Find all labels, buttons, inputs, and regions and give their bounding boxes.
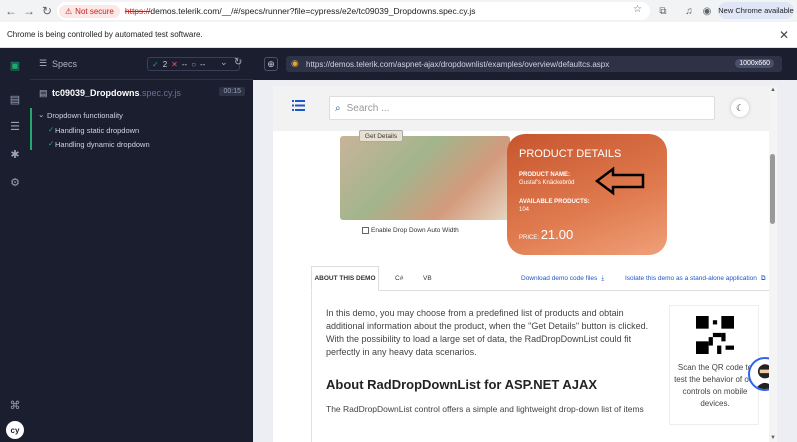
not-secure-badge[interactable]: ⚠ Not secure [59, 4, 120, 18]
auto-width-checkbox[interactable] [362, 227, 369, 234]
forward-icon[interactable]: → [20, 2, 38, 20]
specs-nav-icon[interactable]: ▤ [8, 92, 22, 106]
pass-check-icon: ✓ [152, 59, 159, 69]
product-name-value: Gustaf's Knäckebröd [519, 180, 575, 186]
scrollbar-thumb[interactable] [770, 154, 775, 224]
about-heading: About RadDropDownList for ASP.NET AJAX [326, 377, 598, 392]
passed-count: 2 [162, 59, 168, 69]
cypress-cy-logo[interactable]: cy [6, 421, 24, 439]
spec-duration: 00:15 [219, 87, 245, 96]
spec-ext: .spec.cy.js [139, 88, 181, 98]
tab-vb[interactable]: VB [423, 266, 432, 291]
pending-icon: ○ [191, 59, 197, 69]
specs-list-icon[interactable]: ☰ [39, 58, 47, 69]
bookmark-star-icon[interactable]: ☆ [633, 4, 642, 15]
get-details-button[interactable]: Get Details [359, 130, 403, 142]
infobar-message: Chrome is being controlled by automated … [7, 30, 203, 39]
selector-playground-icon[interactable]: ⊕ [264, 57, 278, 71]
preview-url-bar[interactable]: ◉ https://demos.telerik.com/aspnet-ajax/… [286, 56, 782, 72]
keyboard-shortcuts-icon[interactable]: ⌘ [8, 398, 22, 412]
url-text: https://demos.telerik.com/__/#/specs/run… [124, 6, 476, 16]
qr-code-icon [696, 316, 734, 354]
price-value: 21.00 [540, 227, 574, 242]
pending-count: -- [200, 59, 206, 69]
download-icon: ⤓ [601, 274, 605, 282]
back-icon[interactable]: ← [2, 2, 20, 20]
card-title: PRODUCT DETAILS [519, 148, 622, 160]
theme-toggle-icon[interactable]: ☾ [731, 99, 749, 117]
chevron-down-icon[interactable]: ⌄ [220, 57, 228, 68]
demo-description: In this demo, you may choose from a pred… [311, 291, 773, 442]
address-bar[interactable]: ⚠ Not secure https://demos.telerik.com/_… [57, 2, 650, 20]
chrome-update-button[interactable]: New Chrome available [718, 2, 794, 19]
close-icon[interactable]: ✕ [779, 28, 789, 42]
preview-toolbar: ⊕ ◉ https://demos.telerik.com/aspnet-aja… [253, 48, 797, 80]
menu-icon[interactable] [292, 100, 305, 111]
browser-toolbar: ← → ↻ ⚠ Not secure https://demos.telerik… [0, 0, 797, 22]
suite-block: ⌄ Dropdown functionality ✓ Handling stat… [30, 108, 253, 150]
demo-page: ⌕ Search ... ☾ Get Details Enable Drop D… [273, 86, 777, 442]
file-icon: ▤ [39, 88, 48, 98]
tab-about-demo[interactable]: ABOUT THIS DEMO [311, 266, 379, 291]
viewport-badge: 1000x660 [735, 59, 774, 68]
pass-check-icon: ✓ [48, 139, 55, 148]
test-item[interactable]: Handling static dropdown [55, 126, 139, 135]
search-input[interactable]: ⌕ Search ... [329, 96, 715, 120]
spec-runner-panel: ☰ Specs ✓ 2 ✕ -- ○ -- ⌄ ↻ ▤ tc09039_Drop… [30, 48, 253, 442]
profile-icon[interactable]: ◉ [700, 4, 714, 18]
standalone-link[interactable]: Isolate this demo as a stand-alone appli… [625, 266, 766, 291]
price-label: PRICE: [519, 235, 540, 241]
qr-caption: Scan the QR code to test the behavior of… [674, 363, 756, 408]
specs-label[interactable]: Specs [52, 59, 77, 69]
spec-file-header[interactable]: ▤ tc09039_Dropdowns.spec.cy.js 00:15 [30, 86, 253, 102]
warning-icon: ⚠ [65, 6, 73, 16]
about-paragraph: The RadDropDownList control offers a sim… [326, 404, 644, 414]
demo-header: ⌕ Search ... ☾ [273, 86, 777, 131]
suite-chevron-icon[interactable]: ⌄ [38, 110, 44, 119]
rerun-icon[interactable]: ↻ [234, 57, 242, 68]
extensions-icon[interactable]: ⧉ [656, 4, 670, 18]
debug-nav-icon[interactable]: ✱ [8, 147, 22, 161]
tab-csharp[interactable]: C# [395, 266, 403, 291]
cypress-nav-rail: ▣ ▤ ☰ ✱ ⚙ ⌘ cy [0, 48, 30, 442]
reload-icon[interactable]: ↻ [38, 2, 56, 20]
qr-code-box: Scan the QR code to test the behavior of… [669, 305, 759, 425]
app-preview: ⊕ ◉ https://demos.telerik.com/aspnet-aja… [253, 48, 797, 442]
spec-header: ☰ Specs ✓ 2 ✕ -- ○ -- ⌄ ↻ [30, 48, 253, 80]
cypress-logo-icon: ▣ [9, 59, 21, 72]
chrome-icon: ◉ [291, 58, 299, 68]
pass-check-icon: ✓ [48, 125, 55, 134]
failed-count: -- [181, 59, 188, 69]
search-icon: ⌕ [335, 102, 341, 114]
media-icon[interactable]: ♫ [682, 4, 696, 18]
suite-title[interactable]: Dropdown functionality [47, 111, 123, 120]
product-name-label: PRODUCT NAME: [519, 172, 570, 178]
demo-scrollbar[interactable]: ▲ ▼ [769, 86, 777, 442]
runs-nav-icon[interactable]: ☰ [8, 119, 22, 133]
settings-nav-icon[interactable]: ⚙ [8, 175, 22, 189]
checkbox-label: Enable Drop Down Auto Width [371, 227, 459, 234]
available-label: AVAILABLE PRODUCTS: [519, 199, 590, 205]
product-image [340, 136, 510, 220]
download-code-link[interactable]: Download demo code files ⤓ [521, 266, 604, 291]
automation-infobar: Chrome is being controlled by automated … [0, 22, 797, 48]
annotation-arrow-icon [595, 166, 645, 196]
available-value: 104 [519, 207, 530, 213]
external-link-icon: ⧉ [760, 274, 766, 282]
demo-tabs: ABOUT THIS DEMO C# VB Download demo code… [311, 266, 773, 291]
fail-x-icon: ✕ [171, 59, 178, 69]
description-paragraph: In this demo, you may choose from a pred… [326, 308, 649, 357]
test-item[interactable]: Handling dynamic dropdown [55, 140, 150, 149]
auto-width-checkbox-row[interactable]: Enable Drop Down Auto Width [362, 227, 459, 234]
spec-filename: tc09039_Dropdowns [52, 88, 140, 98]
